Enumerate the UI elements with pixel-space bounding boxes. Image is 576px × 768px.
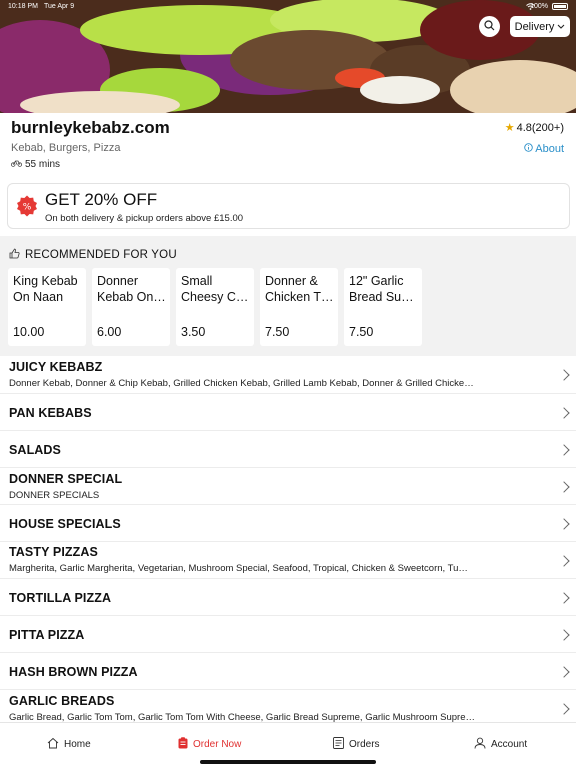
recommended-item-price: 7.50 [349, 325, 374, 339]
category-row[interactable]: SALADS [0, 431, 576, 468]
rating-value: 4.8(200+) [516, 121, 564, 134]
recommended-item-name: 12" Garlic Bread Su… [349, 274, 414, 304]
chevron-right-icon [558, 666, 570, 678]
offer-title: GET 20% OFF [45, 190, 158, 209]
chevron-right-icon [558, 444, 570, 456]
nav-order-now[interactable]: Order Now [178, 737, 241, 752]
category-subtitle: DONNER SPECIALS [9, 490, 100, 501]
nav-orders[interactable]: Orders [333, 737, 380, 752]
recommended-item-name: Donner Kebab On… [97, 274, 166, 304]
category-row[interactable]: DONNER SPECIAL DONNER SPECIALS [0, 468, 576, 505]
category-title: PITTA PIZZA [9, 628, 85, 642]
nav-orders-label: Orders [349, 739, 380, 750]
search-icon [484, 18, 495, 36]
recommended-title: RECOMMENDED FOR YOU [25, 249, 177, 261]
recommended-item-name: King Kebab On Naan [13, 274, 78, 304]
category-title: TORTILLA PIZZA [9, 591, 112, 605]
recommended-item-name: Donner & Chicken T… [265, 274, 334, 304]
user-icon [474, 737, 486, 752]
category-subtitle: Donner Kebab, Donner & Chip Kebab, Grill… [9, 378, 474, 389]
nav-home-label: Home [64, 739, 91, 750]
about-link[interactable]: About [524, 143, 564, 155]
fulfilment-mode-dropdown[interactable]: Delivery [510, 16, 570, 37]
recommended-section: RECOMMENDED FOR YOU King Kebab On Naan 1… [0, 236, 576, 356]
category-row[interactable]: JUICY KEBABZ Donner Kebab, Donner & Chip… [0, 356, 576, 394]
category-row[interactable]: TORTILLA PIZZA [0, 579, 576, 616]
category-row[interactable]: TASTY PIZZAS Margherita, Garlic Margheri… [0, 542, 576, 579]
recommended-item[interactable]: Small Cheesy C… 3.50 [176, 268, 254, 346]
recommended-item-price: 10.00 [13, 325, 45, 339]
bike-icon [11, 159, 22, 170]
category-row[interactable]: HASH BROWN PIZZA [0, 653, 576, 690]
fulfilment-mode-label: Delivery [514, 20, 555, 33]
category-row[interactable]: HOUSE SPECIALS [0, 505, 576, 542]
chevron-right-icon [558, 481, 570, 493]
category-title: SALADS [9, 443, 61, 457]
star-icon: ★ [504, 122, 515, 134]
recommended-item[interactable]: Donner & Chicken T… 7.50 [260, 268, 338, 346]
home-indicator[interactable] [200, 760, 376, 764]
recommended-header: RECOMMENDED FOR YOU [9, 248, 177, 262]
nav-order-now-label: Order Now [193, 739, 242, 750]
category-row[interactable]: PITTA PIZZA [0, 616, 576, 653]
chevron-right-icon [558, 407, 570, 419]
about-label: About [535, 143, 564, 155]
recommended-item[interactable]: 12" Garlic Bread Su… 7.50 [344, 268, 422, 346]
recommended-item[interactable]: King Kebab On Naan 10.00 [8, 268, 86, 346]
info-icon [524, 143, 533, 155]
recommended-item-price: 6.00 [97, 325, 122, 339]
category-title: GARLIC BREADS [9, 694, 115, 708]
thumbs-up-icon [9, 248, 20, 262]
chevron-right-icon [558, 592, 570, 604]
receipt-icon [333, 737, 344, 752]
nav-account[interactable]: Account [474, 737, 527, 752]
recommended-item-price: 3.50 [181, 325, 206, 339]
recommended-item-name: Small Cheesy C… [181, 274, 249, 304]
store-rating: ★ 4.8(200+) [504, 121, 564, 135]
menu-categories: JUICY KEBABZ Donner Kebab, Donner & Chip… [0, 356, 576, 727]
category-title: JUICY KEBABZ [9, 360, 103, 374]
search-button[interactable] [479, 16, 500, 37]
chevron-right-icon [558, 629, 570, 641]
delivery-time-value: 55 mins [25, 159, 61, 170]
status-date: Tue Apr 9 [44, 3, 75, 10]
offer-card[interactable]: % GET 20% OFF On both delivery & pickup … [7, 183, 570, 229]
recommended-item[interactable]: Donner Kebab On… 6.00 [92, 268, 170, 346]
status-time: 10:18 PM [8, 3, 38, 10]
category-title: HASH BROWN PIZZA [9, 665, 138, 679]
category-subtitle: Margherita, Garlic Margherita, Vegetaria… [9, 563, 468, 574]
delivery-time: 55 mins [11, 159, 60, 170]
category-title: DONNER SPECIAL [9, 472, 123, 486]
status-right: 100% [526, 3, 568, 10]
store-cuisines: Kebab, Burgers, Pizza [11, 142, 121, 154]
recommended-item-price: 7.50 [265, 325, 290, 339]
nav-account-label: Account [491, 739, 528, 750]
category-title: PAN KEBABS [9, 406, 92, 420]
category-row[interactable]: PAN KEBABS [0, 394, 576, 431]
order-icon [178, 737, 188, 752]
category-title: TASTY PIZZAS [9, 545, 98, 559]
battery-icon [552, 3, 568, 10]
offer-subtitle: On both delivery & pickup orders above £… [45, 213, 244, 224]
chevron-right-icon [558, 555, 570, 567]
discount-badge-icon: % [16, 195, 38, 217]
svg-text:%: % [23, 203, 32, 213]
category-title: HOUSE SPECIALS [9, 517, 121, 531]
chevron-right-icon [558, 369, 570, 381]
chevron-down-icon [557, 21, 565, 33]
recommended-list: King Kebab On Naan 10.00 Donner Kebab On… [8, 268, 422, 346]
home-icon [47, 737, 59, 752]
nav-home[interactable]: Home [47, 737, 91, 752]
chevron-right-icon [558, 518, 570, 530]
store-name: burnleykebabz.com [11, 118, 170, 137]
chevron-right-icon [558, 703, 570, 715]
status-bar: 10:18 PM Tue Apr 9 100% [0, 0, 576, 16]
